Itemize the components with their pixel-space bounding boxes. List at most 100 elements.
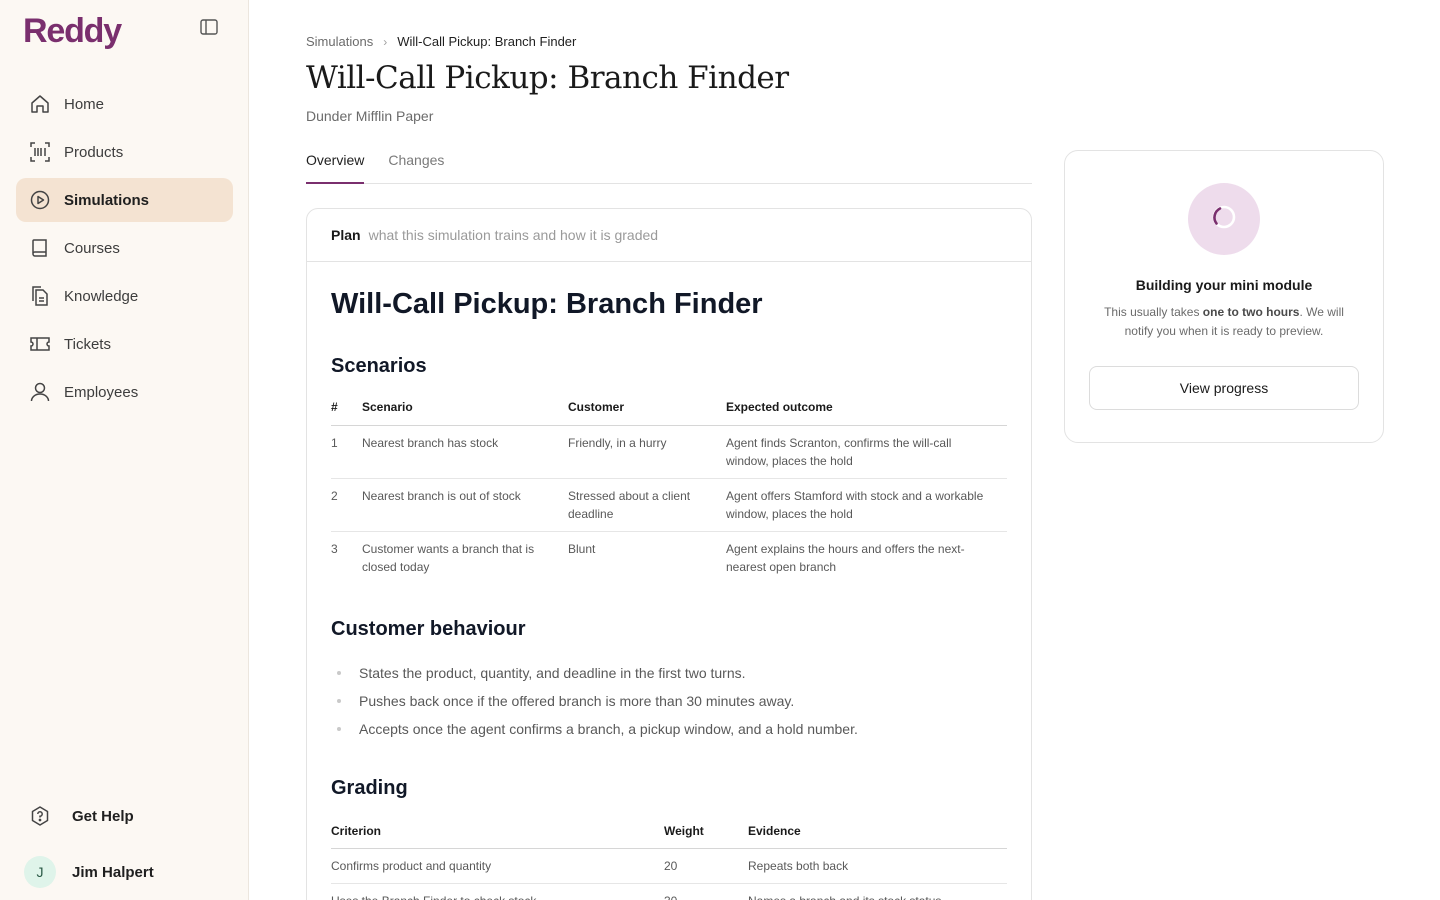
table-cell: 2 bbox=[331, 478, 362, 532]
table-cell: Nearest branch is out of stock bbox=[362, 478, 568, 532]
table-row: Confirms product and quantity 20 Repeats… bbox=[331, 848, 1007, 884]
table-cell: Customer wants a branch that is closed t… bbox=[362, 541, 535, 574]
sidebar-item-label: Products bbox=[64, 143, 124, 161]
sidebar-item-employees[interactable]: Employees bbox=[16, 370, 233, 414]
column-header: Criterion bbox=[331, 813, 664, 849]
build-status-text-start: This usually takes bbox=[1104, 305, 1203, 319]
breadcrumb-link-simulations[interactable]: Simulations bbox=[306, 34, 373, 49]
get-help-button[interactable]: Get Help bbox=[28, 804, 134, 828]
build-status-card: Building your mini module This usually t… bbox=[1064, 150, 1384, 443]
build-status-text: This usually takes one to two hours. We … bbox=[1095, 303, 1353, 341]
table-cell: Agent offers Stamford with stock and a w… bbox=[726, 478, 1007, 532]
column-header: Scenario bbox=[362, 390, 568, 426]
table-row: 1 Nearest branch has stock Friendly, in … bbox=[331, 425, 1007, 479]
chevron-right-icon: › bbox=[383, 34, 388, 49]
plan-label: Plan bbox=[331, 227, 361, 243]
column-header: Weight bbox=[664, 813, 748, 849]
list-item-text: Pushes back once if the offered branch i… bbox=[359, 692, 795, 709]
book-icon bbox=[28, 236, 52, 260]
scenarios-heading: Scenarios bbox=[331, 355, 427, 377]
sidebar-item-home[interactable]: Home bbox=[16, 82, 233, 126]
sidebar-item-label: Courses bbox=[64, 239, 120, 257]
breadcrumb: Simulations › Will-Call Pickup: Branch F… bbox=[306, 34, 576, 49]
avatar: J bbox=[24, 856, 56, 888]
table-cell: 3 bbox=[331, 541, 338, 556]
table-cell: 20 bbox=[664, 848, 748, 884]
sidebar-item-tickets[interactable]: Tickets bbox=[16, 322, 233, 366]
table-cell: Agent finds Scranton, confirms the will-… bbox=[726, 425, 1007, 479]
breadcrumb-current: Will-Call Pickup: Branch Finder bbox=[397, 34, 577, 49]
list-item: Pushes back once if the offered branch i… bbox=[331, 687, 1007, 715]
spinner-icon bbox=[1211, 204, 1237, 235]
table-cell: 1 bbox=[331, 425, 362, 479]
plan-document-title: Will-Call Pickup: Branch Finder bbox=[331, 288, 763, 320]
table-header-row: # Scenario Customer Expected outcome bbox=[331, 390, 1007, 426]
bullet-icon bbox=[337, 726, 341, 731]
bullet-icon bbox=[337, 670, 341, 675]
grading-heading: Grading bbox=[331, 776, 408, 799]
get-help-label: Get Help bbox=[72, 807, 134, 825]
table-row: Uses the Branch Finder to check stock 30… bbox=[331, 884, 1007, 900]
page-subtitle: Dunder Mifflin Paper bbox=[306, 108, 434, 124]
plan-description: what this simulation trains and how it i… bbox=[368, 227, 659, 243]
sidebar-item-label: Tickets bbox=[64, 335, 111, 353]
app-logo[interactable]: Reddy bbox=[23, 12, 122, 51]
sidebar-item-label: Simulations bbox=[64, 191, 150, 209]
table-cell: Blunt bbox=[568, 541, 596, 556]
table-cell: Stressed about a client deadline bbox=[568, 478, 726, 532]
tab-changes[interactable]: Changes bbox=[388, 140, 444, 184]
table-cell: Repeats both back bbox=[748, 848, 1007, 884]
table-cell: 30 bbox=[664, 884, 748, 900]
table-row: 3 Customer wants a branch that is closed… bbox=[331, 531, 1007, 584]
table-cell: Agent explains the hours and offers the … bbox=[726, 541, 965, 574]
sidebar-toggle-button[interactable] bbox=[196, 16, 222, 42]
behaviour-list: States the product, quantity, and deadli… bbox=[331, 659, 1007, 743]
tab-overview[interactable]: Overview bbox=[306, 140, 365, 184]
column-header: Evidence bbox=[748, 813, 1007, 849]
list-item-text: Accepts once the agent confirms a branch… bbox=[359, 720, 858, 737]
sidebar-panel-icon bbox=[200, 18, 218, 40]
user-icon bbox=[28, 380, 52, 404]
column-header: Expected outcome bbox=[726, 390, 1007, 426]
sidebar-item-simulations[interactable]: Simulations bbox=[16, 178, 233, 222]
page-title: Will-Call Pickup: Branch Finder bbox=[306, 60, 789, 96]
sidebar: Reddy Home Products Simulations Courses … bbox=[0, 0, 249, 900]
help-icon bbox=[28, 804, 52, 828]
sidebar-item-label: Knowledge bbox=[64, 287, 139, 305]
column-header: # bbox=[331, 390, 362, 426]
plan-body: Will-Call Pickup: Branch Finder Scenario… bbox=[307, 288, 1031, 900]
build-status-duration: one to two hours bbox=[1202, 305, 1300, 319]
scenarios-table: # Scenario Customer Expected outcome 1 N… bbox=[331, 390, 1007, 584]
documents-icon bbox=[28, 284, 52, 308]
bullet-icon bbox=[337, 698, 341, 703]
sidebar-nav: Home Products Simulations Courses Knowle… bbox=[16, 82, 233, 418]
plan-header: Plan what this simulation trains and how… bbox=[307, 209, 1031, 262]
list-item: Accepts once the agent confirms a branch… bbox=[331, 715, 1007, 743]
sidebar-item-courses[interactable]: Courses bbox=[16, 226, 233, 270]
sidebar-item-label: Home bbox=[64, 95, 105, 113]
loading-spinner bbox=[1188, 183, 1260, 255]
barcode-icon bbox=[28, 140, 52, 164]
table-cell: Confirms product and quantity bbox=[331, 848, 664, 884]
user-profile[interactable]: J Jim Halpert bbox=[24, 856, 154, 888]
plan-card: Plan what this simulation trains and how… bbox=[306, 208, 1032, 900]
user-name: Jim Halpert bbox=[72, 863, 154, 881]
home-icon bbox=[28, 92, 52, 116]
play-circle-icon bbox=[28, 188, 52, 212]
column-header: Customer bbox=[568, 390, 726, 426]
list-item: States the product, quantity, and deadli… bbox=[331, 659, 1007, 687]
table-cell: Names a branch and its stock status bbox=[748, 884, 1007, 900]
table-cell: Nearest branch has stock bbox=[362, 425, 568, 479]
sidebar-item-label: Employees bbox=[64, 383, 139, 401]
ticket-icon bbox=[28, 332, 52, 356]
table-cell: Friendly, in a hurry bbox=[568, 425, 726, 479]
grading-table: Criterion Weight Evidence Confirms produ… bbox=[331, 813, 1007, 900]
sidebar-item-products[interactable]: Products bbox=[16, 130, 233, 174]
table-header-row: Criterion Weight Evidence bbox=[331, 813, 1007, 849]
customer-behaviour-heading: Customer behaviour bbox=[331, 617, 526, 640]
view-progress-button[interactable]: View progress bbox=[1089, 366, 1359, 410]
build-status-title: Building your mini module bbox=[1135, 277, 1313, 293]
table-cell: Uses the Branch Finder to check stock bbox=[331, 884, 664, 900]
table-row: 2 Nearest branch is out of stock Stresse… bbox=[331, 478, 1007, 532]
sidebar-item-knowledge[interactable]: Knowledge bbox=[16, 274, 233, 318]
